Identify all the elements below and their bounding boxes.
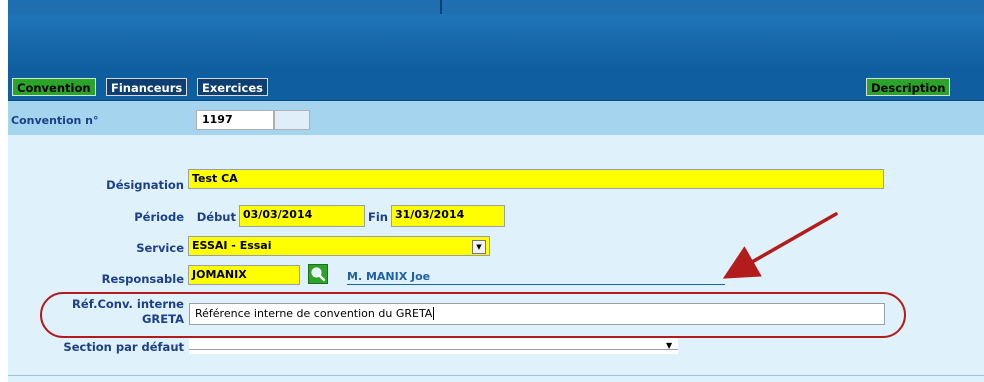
- designation-input[interactable]: Test CA: [188, 169, 884, 189]
- convention-number-label: Convention n°: [11, 114, 99, 127]
- top-bar: [8, 0, 984, 14]
- debut-date-input[interactable]: 03/03/2014: [239, 205, 365, 227]
- section-select[interactable]: [189, 336, 678, 354]
- responsable-search-button[interactable]: [308, 264, 328, 284]
- header-band: [8, 14, 984, 68]
- service-select[interactable]: ESSAI - Essai: [188, 236, 490, 256]
- convention-number-field[interactable]: 1197: [196, 110, 274, 130]
- debut-label: Début: [196, 210, 236, 224]
- fin-label: Fin: [368, 210, 388, 224]
- section-select-underline: [189, 349, 678, 350]
- tab-description[interactable]: Description: [866, 78, 951, 96]
- convention-header: Convention n° 1197: [8, 101, 984, 135]
- annotation-arrow-icon: [722, 212, 838, 279]
- search-icon: [311, 267, 326, 282]
- chevron-down-icon[interactable]: ▼: [472, 240, 486, 254]
- tab-financeurs[interactable]: Financeurs: [106, 78, 188, 96]
- periode-label: Période: [134, 210, 184, 224]
- section-label: Section par défaut: [63, 340, 184, 354]
- service-label: Service: [136, 241, 184, 255]
- responsable-code-input[interactable]: JOMANIX: [188, 265, 300, 285]
- form-panel-bottom-edge: [8, 375, 984, 376]
- annotation-oval: [40, 292, 906, 338]
- tab-exercices[interactable]: Exercices: [197, 78, 268, 96]
- tab-convention[interactable]: Convention: [12, 78, 96, 96]
- responsable-label: Responsable: [101, 272, 184, 286]
- convention-number-suffix-field[interactable]: [274, 110, 310, 130]
- top-bar-separator: [440, 0, 442, 14]
- fin-date-input[interactable]: 31/03/2014: [391, 205, 505, 227]
- tab-bar: Convention Financeurs Exercices Descript…: [8, 68, 984, 101]
- responsable-name: M. MANIX Joe: [347, 270, 725, 285]
- designation-label: Désignation: [106, 178, 184, 192]
